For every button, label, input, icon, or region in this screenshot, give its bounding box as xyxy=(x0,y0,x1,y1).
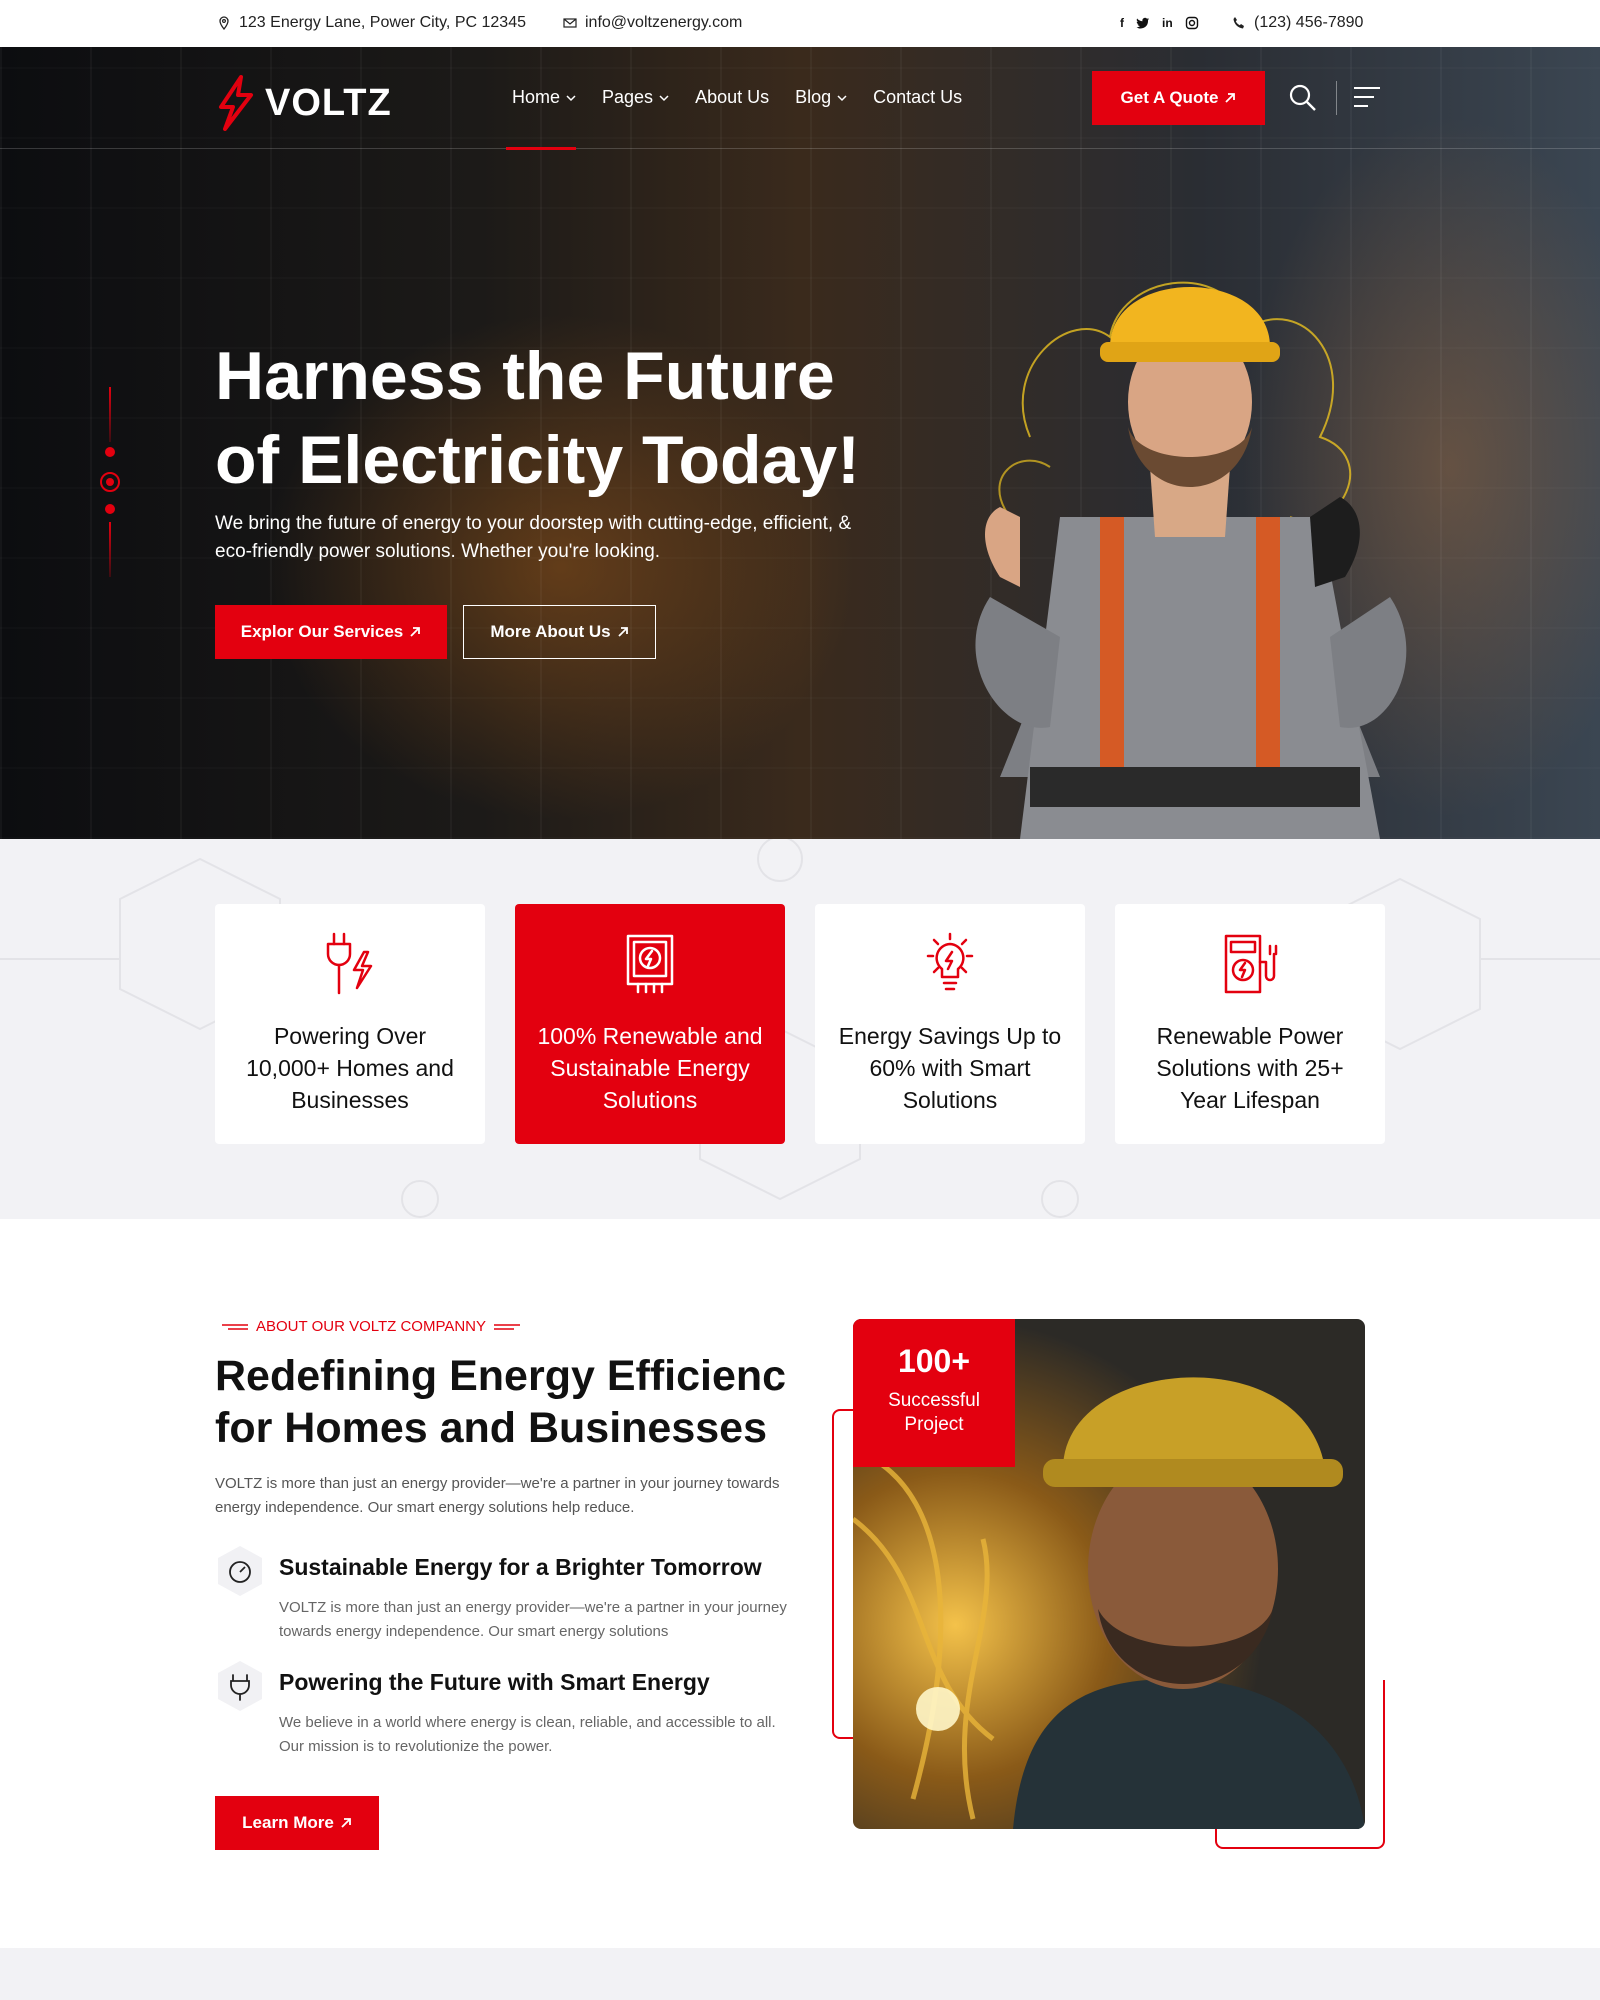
feature-card-text: Renewable Power Solutions with 25+ Year … xyxy=(1156,1023,1344,1113)
slider-dot-active[interactable] xyxy=(100,472,120,492)
social-links: f in xyxy=(1120,16,1199,33)
section-label: ABOUT OUR VOLTZ COMPANNY xyxy=(222,1318,521,1335)
slider-dot-3[interactable] xyxy=(105,504,115,514)
explore-services-button[interactable]: Explor Our Services xyxy=(215,605,447,659)
email-text[interactable]: info@voltzenergy.com xyxy=(585,14,742,32)
about-point-title: Sustainable Energy for a Brighter Tomorr… xyxy=(279,1554,762,1580)
about-point-text: VOLTZ is more than just an energy provid… xyxy=(279,1599,787,1640)
nav-contact-label: Contact Us xyxy=(873,87,963,107)
stat-badge: 100+ Successful Project xyxy=(853,1319,1015,1467)
chevron-down-icon xyxy=(659,94,669,101)
gauge-icon xyxy=(218,1546,262,1596)
nav-about-label: About Us xyxy=(695,87,770,107)
plug-connect-icon xyxy=(218,1661,262,1711)
next-section-edge xyxy=(0,1948,1600,2000)
feature-card-text: Powering Over 10,000+ Homes and Business… xyxy=(246,1023,454,1113)
arrow-up-right-icon xyxy=(1225,93,1236,103)
chevron-down-icon xyxy=(566,94,576,101)
more-about-label: More About Us xyxy=(490,622,611,641)
facebook-icon[interactable]: f xyxy=(1120,16,1124,33)
stat-number: 100+ xyxy=(897,1343,971,1379)
main-navigation: VOLTZ Home Pages About Us Blog Contact U… xyxy=(0,47,1600,150)
feature-card-4[interactable]: Renewable Power Solutions with 25+ Year … xyxy=(1115,904,1385,1144)
bulb-icon xyxy=(926,932,974,991)
active-nav-indicator xyxy=(506,147,576,150)
learn-more-button[interactable]: Learn More xyxy=(215,1796,379,1850)
address-text: 123 Energy Lane, Power City, PC 12345 xyxy=(239,14,526,31)
nav-pages[interactable]: Pages xyxy=(602,87,669,108)
feature-card-text: 100% Renewable and Sustainable Energy So… xyxy=(537,1023,763,1113)
arrow-up-right-icon xyxy=(341,1818,351,1828)
get-quote-button[interactable]: Get A Quote xyxy=(1092,71,1265,125)
nav-blog-label: Blog xyxy=(795,87,832,107)
feature-card-1[interactable]: Powering Over 10,000+ Homes and Business… xyxy=(215,904,485,1144)
nav-home[interactable]: Home xyxy=(512,87,576,108)
phone-icon xyxy=(1233,17,1244,29)
logo-text: VOLTZ xyxy=(265,81,392,124)
nav-pages-label: Pages xyxy=(602,87,654,107)
arrow-up-right-icon xyxy=(410,627,421,637)
nav-menu: Home Pages About Us Blog Contact Us xyxy=(512,87,962,108)
address: 123 Energy Lane, Power City, PC 12345 xyxy=(217,14,526,32)
slider-dot-1[interactable] xyxy=(105,447,115,457)
about-point-2: Powering the Future with Smart Energy We… xyxy=(215,1659,795,1759)
features-section: Powering Over 10,000+ Homes and Business… xyxy=(0,839,1600,1219)
top-info-bar: 123 Energy Lane, Power City, PC 12345 in… xyxy=(0,0,1600,47)
get-quote-label: Get A Quote xyxy=(1120,88,1219,107)
nav-blog[interactable]: Blog xyxy=(795,87,847,108)
feature-card-3[interactable]: Energy Savings Up to 60% with Smart Solu… xyxy=(815,904,1085,1144)
nav-about[interactable]: About Us xyxy=(695,87,769,108)
hero-section: VOLTZ Home Pages About Us Blog Contact U… xyxy=(0,47,1600,839)
charger-icon xyxy=(1224,934,1278,994)
about-point-text: We believe in a world where energy is cl… xyxy=(279,1714,776,1755)
chevron-down-icon xyxy=(837,94,847,101)
section-label-text: ABOUT OUR VOLTZ COMPANNY xyxy=(256,1318,487,1335)
about-point-1: Sustainable Energy for a Brighter Tomorr… xyxy=(215,1544,795,1644)
phone[interactable]: (123) 456-7890 xyxy=(1232,14,1363,32)
mail-icon xyxy=(563,18,577,28)
about-point-title: Powering the Future with Smart Energy xyxy=(279,1669,710,1695)
plug-icon xyxy=(326,932,373,995)
explore-services-label: Explor Our Services xyxy=(240,622,404,641)
twitter-icon[interactable] xyxy=(1136,16,1150,33)
label-dash-icon xyxy=(222,1323,248,1330)
linkedin-icon[interactable]: in xyxy=(1162,16,1173,33)
phone-text[interactable]: (123) 456-7890 xyxy=(1254,14,1363,32)
location-pin-icon xyxy=(219,16,229,30)
instagram-icon[interactable] xyxy=(1185,16,1199,33)
email[interactable]: info@voltzenergy.com xyxy=(563,14,742,32)
hero-subtitle: We bring the future of energy to your do… xyxy=(215,513,852,562)
feature-card-text: Energy Savings Up to 60% with Smart Solu… xyxy=(838,1023,1062,1113)
about-description: VOLTZ is more than just an energy provid… xyxy=(215,1475,780,1516)
arrow-up-right-icon xyxy=(617,627,628,637)
learn-more-label: Learn More xyxy=(242,1813,334,1832)
label-dash-icon xyxy=(494,1323,521,1330)
search-icon[interactable] xyxy=(1288,83,1318,113)
logo[interactable]: VOLTZ xyxy=(215,75,392,131)
lightning-logo-icon xyxy=(219,75,253,131)
meter-icon xyxy=(626,934,674,994)
electrician-hero-image xyxy=(975,281,1407,839)
more-about-button[interactable]: More About Us xyxy=(463,605,656,659)
stat-label: Successful Project xyxy=(888,1390,980,1435)
slider-line xyxy=(109,522,111,577)
nav-contact[interactable]: Contact Us xyxy=(873,87,962,108)
hero-title: Harness the Future of Electricity Today! xyxy=(215,338,860,498)
nav-divider xyxy=(1336,81,1337,115)
about-title: Redefining Energy Efficienc for Homes an… xyxy=(215,1352,787,1452)
nav-home-label: Home xyxy=(512,87,561,107)
hamburger-menu-icon[interactable] xyxy=(1354,87,1380,109)
slider-line xyxy=(109,387,111,442)
feature-card-2[interactable]: 100% Renewable and Sustainable Energy So… xyxy=(515,904,785,1144)
slider-pagination xyxy=(100,387,120,607)
